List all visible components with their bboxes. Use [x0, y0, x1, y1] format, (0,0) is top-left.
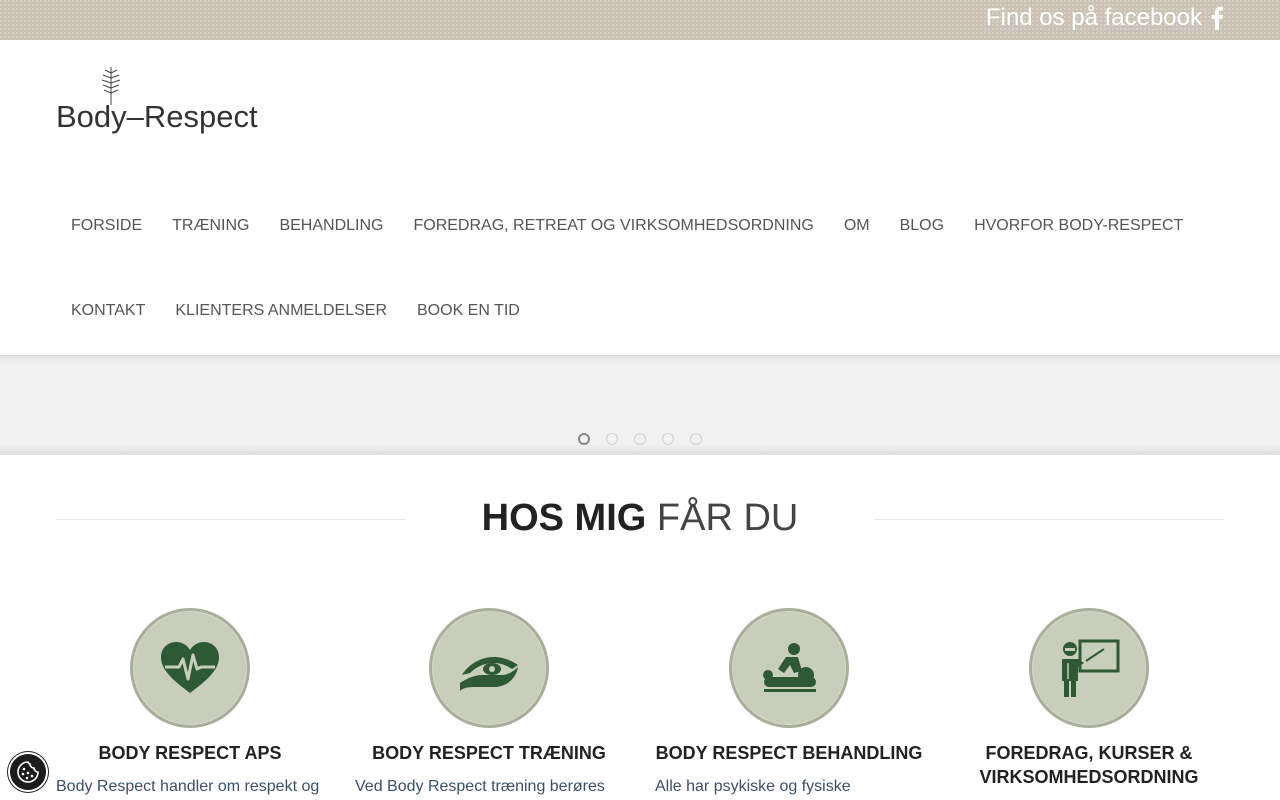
- feature-text: Ved Body Respect træning berøres: [355, 778, 605, 795]
- nav-item-kontakt[interactable]: KONTAKT: [56, 291, 160, 331]
- nav-item-blog[interactable]: BLOG: [885, 206, 959, 246]
- hand-eye-icon: [460, 657, 518, 691]
- nav-item-forside[interactable]: FORSIDE: [56, 206, 157, 246]
- svg-text:Body–Respect: Body–Respect: [56, 99, 258, 134]
- heartbeat-icon: [161, 642, 219, 693]
- feature-title: BODY RESPECT BEHANDLING: [655, 743, 923, 763]
- feature-text: Alle har psykiske og fysiske: [655, 778, 851, 795]
- feature-foredrag: FOREDRAG, KURSER & VIRKSOMHEDSORDNING: [955, 608, 1223, 800]
- feature-text: Body Respect handler om respekt og: [56, 778, 320, 795]
- facebook-link[interactable]: Find os på facebook: [986, 4, 1224, 32]
- slider-dot-5[interactable]: [690, 433, 702, 445]
- slider-pagination: [578, 433, 702, 445]
- slider-dot-3[interactable]: [634, 433, 646, 445]
- cookie-icon: [17, 761, 39, 783]
- nav-item-traening[interactable]: TRÆNING: [157, 206, 264, 246]
- facebook-icon: [1211, 6, 1223, 30]
- slider-dot-1[interactable]: [578, 433, 590, 445]
- section-heading: HOS MIG FÅR DU: [0, 495, 1280, 543]
- feature-title: BODY RESPECT APS: [98, 743, 282, 763]
- slider-dot-4[interactable]: [662, 433, 674, 445]
- hero-slider: [0, 355, 1280, 455]
- site-logo[interactable]: Body–Respect: [56, 67, 258, 137]
- feature-icon-circle[interactable]: [130, 608, 250, 728]
- section-title-bold: HOS MIG: [481, 497, 647, 539]
- section-title: HOS MIG FÅR DU: [0, 495, 1280, 541]
- body-respect-logo: Body–Respect: [56, 67, 258, 134]
- main-nav-row-1: FORSIDE TRÆNING BEHANDLING FOREDRAG, RET…: [56, 206, 1198, 246]
- feature-icon-circle[interactable]: [429, 608, 549, 728]
- feature-icon-circle[interactable]: [1029, 608, 1149, 728]
- section-title-rest: FÅR DU: [656, 497, 799, 539]
- feature-body-respect-traening: BODY RESPECT TRÆNING Ved Body Respect tr…: [355, 608, 623, 797]
- nav-item-foredrag[interactable]: FOREDRAG, RETREAT OG VIRKSOMHEDSORDNING: [398, 206, 828, 246]
- nav-item-anmeldelser[interactable]: KLIENTERS ANMELDELSER: [160, 291, 402, 331]
- cookie-settings-button[interactable]: [8, 752, 48, 792]
- feature-body-respect-aps: BODY RESPECT APS Body Respect handler om…: [56, 608, 324, 797]
- feature-body-respect-behandling: BODY RESPECT BEHANDLING Alle har psykisk…: [655, 608, 923, 797]
- massage-icon: [763, 643, 816, 692]
- top-bar: Find os på facebook: [0, 0, 1280, 40]
- main-nav-row-2: KONTAKT KLIENTERS ANMELDELSER BOOK EN TI…: [56, 291, 535, 331]
- nav-item-om[interactable]: OM: [829, 206, 885, 246]
- nav-item-behandling[interactable]: BEHANDLING: [264, 206, 398, 246]
- presenter-icon: [1062, 639, 1120, 697]
- feature-icon-circle[interactable]: [729, 608, 849, 728]
- feature-title: FOREDRAG, KURSER & VIRKSOMHEDSORDNING: [979, 743, 1199, 787]
- feature-title: BODY RESPECT TRÆNING: [372, 743, 606, 763]
- site-header: Body–Respect FORSIDE TRÆNING BEHANDLING …: [0, 40, 1280, 356]
- facebook-link-label: Find os på facebook: [985, 4, 1202, 31]
- slider-dot-2[interactable]: [606, 433, 618, 445]
- nav-item-book[interactable]: BOOK EN TID: [402, 291, 535, 331]
- nav-item-hvorfor[interactable]: HVORFOR BODY-RESPECT: [959, 206, 1198, 246]
